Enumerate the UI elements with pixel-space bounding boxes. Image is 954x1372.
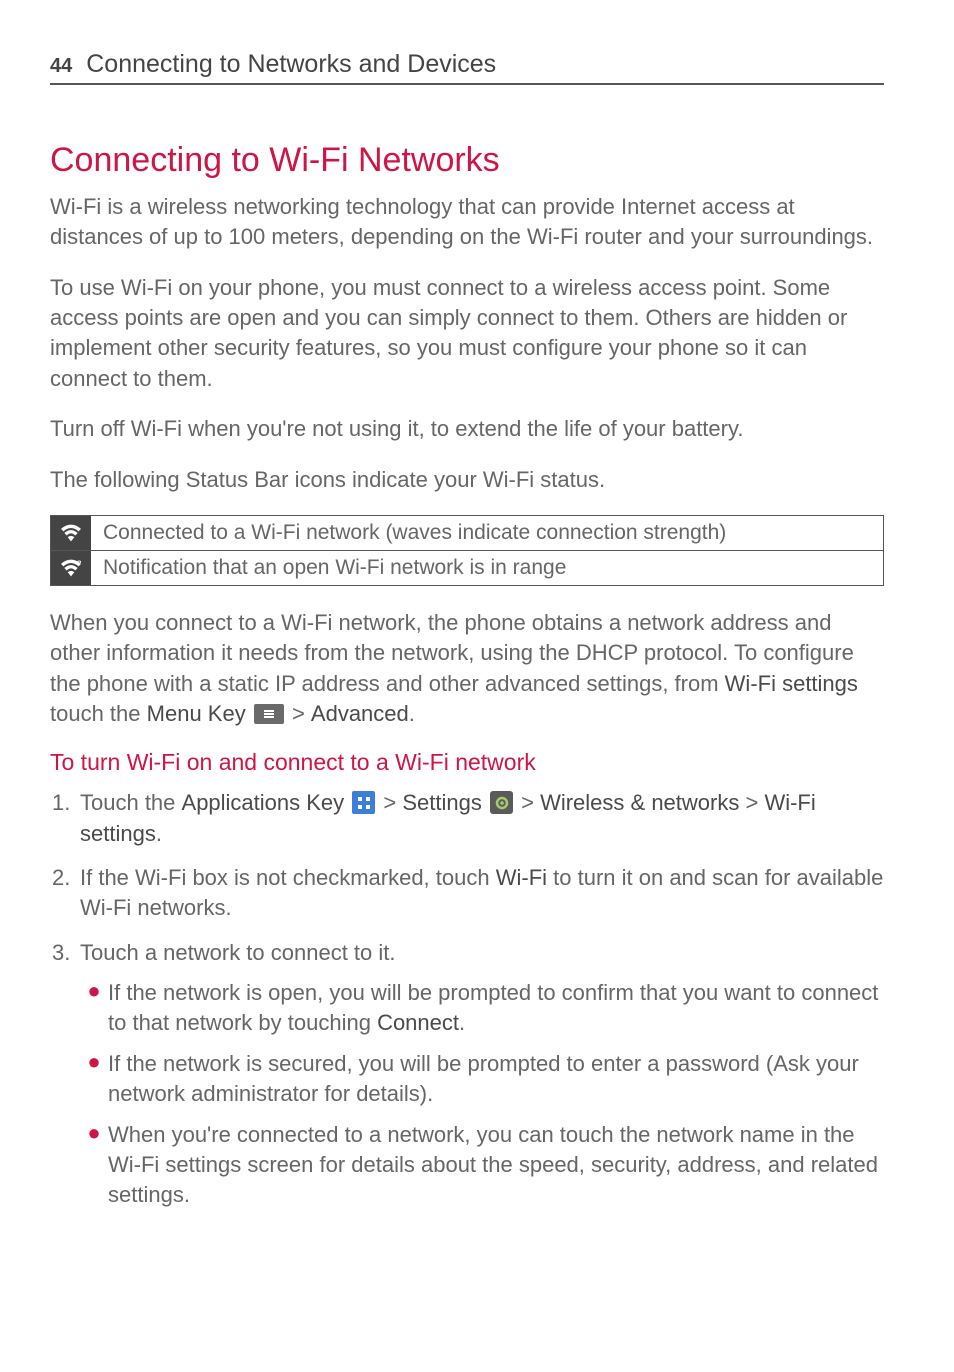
text-segment: . bbox=[156, 821, 162, 846]
bullet-marker: ● bbox=[80, 978, 108, 1039]
step-1: 1. Touch the Applications Key > Settings… bbox=[50, 788, 884, 849]
step-number: 3. bbox=[50, 938, 80, 1217]
step-body: Touch the Applications Key > Settings > … bbox=[80, 788, 884, 849]
text-segment: . bbox=[459, 1010, 465, 1035]
bullet-connected-details: ● When you're connected to a network, yo… bbox=[80, 1120, 884, 1211]
paragraph-battery: Turn off Wi-Fi when you're not using it,… bbox=[50, 414, 884, 444]
menu-key-icon bbox=[254, 704, 284, 724]
text-segment: Touch the bbox=[80, 790, 182, 815]
bold-wifi-settings: Wi-Fi settings bbox=[725, 671, 858, 696]
bold-wifi: Wi-Fi bbox=[496, 865, 547, 890]
paragraph-access-points: To use Wi-Fi on your phone, you must con… bbox=[50, 273, 884, 394]
step-body: Touch a network to connect to it. ● If t… bbox=[80, 938, 884, 1217]
chapter-title: Connecting to Networks and Devices bbox=[86, 50, 496, 79]
bold-applications-key: Applications Key bbox=[182, 790, 345, 815]
step-number: 1. bbox=[50, 788, 80, 849]
text-segment: > bbox=[739, 790, 764, 815]
step-number: 2. bbox=[50, 863, 80, 924]
bullet-secured-network: ● If the network is secured, you will be… bbox=[80, 1049, 884, 1110]
wifi-open-desc: Notification that an open Wi-Fi network … bbox=[91, 556, 566, 580]
step-body: If the Wi-Fi box is not checkmarked, tou… bbox=[80, 863, 884, 924]
text-segment: When you're connected to a network, you … bbox=[108, 1122, 878, 1208]
paragraph-status-icons: The following Status Bar icons indicate … bbox=[50, 465, 884, 495]
bold-wireless-networks: Wireless & networks bbox=[540, 790, 739, 815]
bold-menu-key: Menu Key bbox=[147, 701, 246, 726]
text-segment: > bbox=[286, 701, 311, 726]
page-header: 44 Connecting to Networks and Devices bbox=[50, 50, 884, 85]
bullet-marker: ● bbox=[80, 1049, 108, 1110]
bold-advanced: Advanced bbox=[311, 701, 409, 726]
bullet-open-network: ● If the network is open, you will be pr… bbox=[80, 978, 884, 1039]
bullet-marker: ● bbox=[80, 1120, 108, 1211]
text-segment: Touch a network to connect to it. bbox=[80, 940, 396, 965]
text-segment: If the Wi-Fi box is not checkmarked, tou… bbox=[80, 865, 496, 890]
table-row: ? Notification that an open Wi-Fi networ… bbox=[51, 551, 883, 585]
settings-icon bbox=[490, 791, 513, 814]
text-segment: . bbox=[409, 701, 415, 726]
applications-key-icon bbox=[352, 791, 375, 814]
svg-text:?: ? bbox=[77, 559, 81, 568]
text-segment: > bbox=[515, 790, 540, 815]
text-segment: touch the bbox=[50, 701, 147, 726]
paragraph-intro: Wi-Fi is a wireless networking technolog… bbox=[50, 192, 884, 253]
bullet-body: When you're connected to a network, you … bbox=[108, 1120, 884, 1211]
bold-settings: Settings bbox=[402, 790, 482, 815]
subsection-title: To turn Wi-Fi on and connect to a Wi-Fi … bbox=[50, 749, 884, 776]
wifi-open-notification-icon: ? bbox=[51, 551, 91, 585]
table-row: Connected to a Wi-Fi network (waves indi… bbox=[51, 516, 883, 551]
step-3: 3. Touch a network to connect to it. ● I… bbox=[50, 938, 884, 1217]
paragraph-dhcp: When you connect to a Wi-Fi network, the… bbox=[50, 608, 884, 729]
wifi-connected-icon bbox=[51, 516, 91, 550]
text-segment: > bbox=[377, 790, 402, 815]
section-title: Connecting to Wi-Fi Networks bbox=[50, 141, 884, 180]
bullet-body: If the network is open, you will be prom… bbox=[108, 978, 884, 1039]
bold-connect: Connect bbox=[377, 1010, 459, 1035]
text-segment: If the network is secured, you will be p… bbox=[108, 1051, 859, 1106]
wifi-connected-desc: Connected to a Wi-Fi network (waves indi… bbox=[91, 521, 726, 545]
text-segment: If the network is open, you will be prom… bbox=[108, 980, 878, 1035]
page-number: 44 bbox=[50, 55, 72, 78]
bullet-body: If the network is secured, you will be p… bbox=[108, 1049, 884, 1110]
status-icon-table: Connected to a Wi-Fi network (waves indi… bbox=[50, 515, 884, 586]
step-2: 2. If the Wi-Fi box is not checkmarked, … bbox=[50, 863, 884, 924]
